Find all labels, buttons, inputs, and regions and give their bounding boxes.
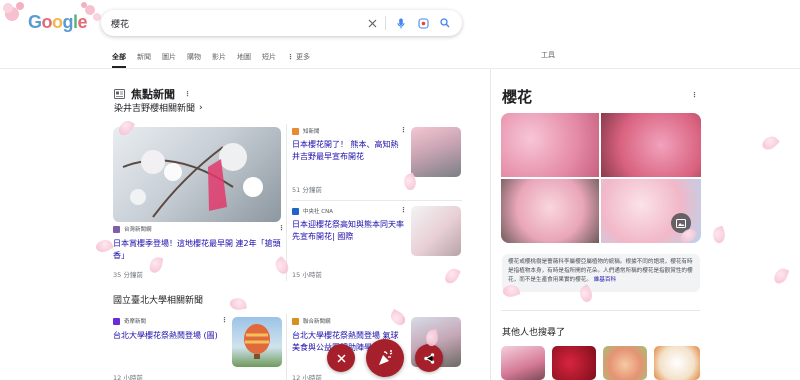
- search-box[interactable]: [101, 10, 462, 36]
- page: Google 全部 新聞 圖片 購物 影片 地圖 短片 ⋮ 更多 工具: [0, 0, 800, 380]
- news-title-2[interactable]: 日本櫻花開了！ 熊本、高知熱井吉野最早宣布開花: [292, 139, 406, 163]
- people-also-search-heading: 其他人也搜尋了: [502, 328, 566, 338]
- related-item-1[interactable]: [501, 346, 545, 380]
- share-icon: [423, 352, 434, 364]
- tab-all[interactable]: 全部: [112, 52, 126, 68]
- source-name: 中央社 CNA: [303, 209, 333, 215]
- newspaper-icon: [114, 89, 125, 99]
- tab-more[interactable]: ⋮ 更多: [287, 52, 310, 62]
- blossom-decoration-icon: [3, 2, 101, 21]
- kp-image-2[interactable]: [601, 113, 701, 177]
- related-item-3[interactable]: [603, 346, 647, 380]
- news-time-2: 51 分鐘前: [292, 186, 322, 194]
- news-source-3: 中央社 CNA: [292, 207, 333, 215]
- petal-decoration-icon: [760, 133, 780, 153]
- chevron-right-icon: ›: [199, 102, 203, 113]
- source-name: 聯合新聞網: [303, 319, 331, 325]
- source-logo-icon: [292, 127, 299, 135]
- related-item-2[interactable]: [552, 346, 596, 380]
- source-logo-icon: [113, 317, 120, 325]
- search-divider: [385, 16, 386, 30]
- news-source-1: 台灣新聞網: [113, 225, 152, 233]
- mic-icon[interactable]: [394, 16, 408, 30]
- more-options-icon[interactable]: ⋮: [221, 316, 228, 324]
- source-logo-icon: [113, 225, 120, 233]
- kp-divider: [501, 310, 700, 311]
- more-options-icon[interactable]: ⋮: [184, 90, 191, 98]
- section-heading-1[interactable]: 染井吉野櫻相關新聞 ›: [114, 101, 203, 115]
- petal-decoration-icon: [711, 225, 727, 245]
- more-dots-icon: ⋮: [287, 53, 294, 61]
- tab-shorts[interactable]: 短片: [262, 52, 276, 62]
- wikipedia-link[interactable]: 維基百科: [594, 277, 616, 283]
- search-icon[interactable]: [438, 16, 452, 30]
- kp-title: 櫻花: [502, 88, 533, 106]
- party-popper-icon: [379, 350, 393, 365]
- search-input[interactable]: [111, 18, 357, 28]
- news-image-2[interactable]: [411, 127, 461, 177]
- knowledge-panel-divider: [490, 69, 491, 380]
- close-icon: [336, 353, 346, 363]
- card-divider: [292, 200, 462, 201]
- share-button[interactable]: [415, 344, 443, 372]
- header-divider: [0, 68, 800, 69]
- tab-videos[interactable]: 影片: [212, 52, 226, 62]
- tab-news[interactable]: 新聞: [137, 52, 151, 62]
- tab-shopping[interactable]: 購物: [187, 52, 201, 62]
- tab-maps[interactable]: 地圖: [237, 52, 251, 62]
- news-source-2: 知新聞: [292, 127, 320, 135]
- news-image-4[interactable]: [232, 317, 282, 367]
- top-stories-header: 焦點新聞 ⋮: [114, 86, 191, 102]
- more-options-icon[interactable]: ⋮: [278, 224, 285, 232]
- source-name: 台灣新聞網: [124, 227, 152, 233]
- top-stories-title: 焦點新聞: [131, 88, 175, 101]
- news-image-3[interactable]: [411, 206, 461, 256]
- tools-button[interactable]: 工具: [541, 50, 555, 60]
- kp-description: 櫻花或櫻桃樹是薔薇科李屬櫻亞屬植物的統稱。根據不同的語境，櫻花有時是指植物本身，…: [502, 254, 700, 292]
- cherry-blossom-photo-icon: [122, 143, 263, 218]
- news-time-4: 12 小時前: [113, 374, 143, 380]
- section-heading-2[interactable]: 國立臺北大學相關新聞: [113, 293, 203, 306]
- confetti-button[interactable]: [366, 339, 404, 377]
- kp-image-grid[interactable]: [501, 113, 701, 243]
- kp-image-3[interactable]: [501, 179, 599, 243]
- close-icon[interactable]: [365, 16, 379, 30]
- more-options-icon[interactable]: ⋮: [691, 91, 698, 99]
- news-title-3[interactable]: 日本迎櫻花祭高知與熊本同天率先宣布開花| 國際: [292, 219, 406, 243]
- card-divider: [286, 124, 287, 281]
- news-title-4[interactable]: 台北大學櫻花祭熱鬧登場 (圖): [113, 330, 227, 342]
- kp-image-1[interactable]: [501, 113, 599, 177]
- card-divider: [286, 314, 287, 380]
- lens-icon[interactable]: [416, 16, 430, 30]
- balloon-photo-icon: [244, 324, 270, 359]
- source-name: 知新聞: [303, 129, 320, 135]
- news-source-4: 奇摩新聞: [113, 317, 146, 325]
- news-image-1[interactable]: [113, 127, 281, 222]
- petal-decoration-icon: [443, 266, 461, 286]
- search-tabs: 全部 新聞 圖片 購物 影片 地圖 短片 ⋮ 更多: [112, 50, 321, 68]
- news-source-5: 聯合新聞網: [292, 317, 331, 325]
- more-options-icon[interactable]: ⋮: [400, 206, 407, 214]
- news-time-3: 15 小時前: [292, 271, 322, 279]
- news-time-5: 12 小時前: [292, 374, 322, 380]
- related-item-4[interactable]: [654, 346, 700, 380]
- petal-decoration-icon: [94, 236, 114, 256]
- section-heading-1-label: 染井吉野櫻相關新聞: [114, 104, 196, 114]
- news-title-1[interactable]: 日本賞櫻季登場！這地櫻花最早開 連2年「搶頭香」: [113, 238, 283, 262]
- tab-more-label: 更多: [296, 53, 310, 61]
- petal-decoration-icon: [772, 266, 790, 286]
- source-logo-icon: [292, 207, 299, 215]
- close-effect-button[interactable]: [327, 344, 355, 372]
- news-time-1: 35 分鐘前: [113, 271, 143, 279]
- source-logo-icon: [292, 317, 299, 325]
- petal-decoration-icon: [229, 296, 247, 312]
- petal-decoration-icon: [388, 308, 408, 328]
- source-name: 奇摩新聞: [124, 319, 147, 325]
- tab-images[interactable]: 圖片: [162, 52, 176, 62]
- more-options-icon[interactable]: ⋮: [400, 126, 407, 134]
